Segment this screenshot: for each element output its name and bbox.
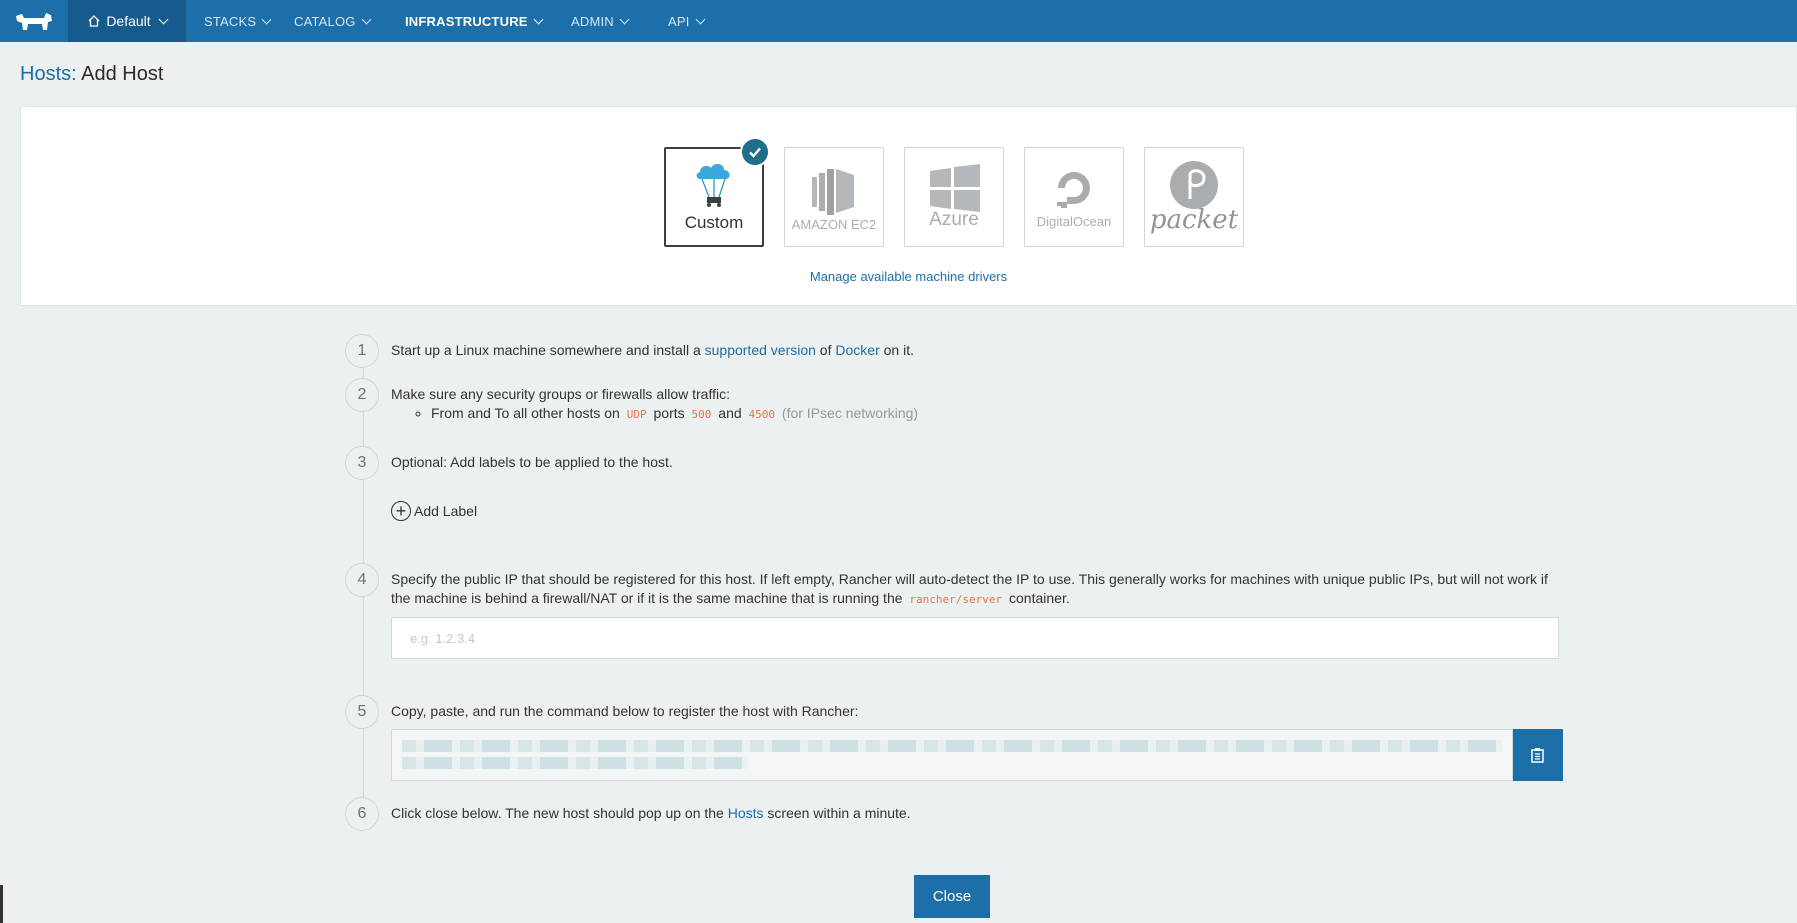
rule-text-and: and <box>714 405 746 421</box>
firewall-rules-list: From and To all other hosts on UDP ports… <box>431 404 918 424</box>
add-label-button[interactable]: + Add Label <box>391 501 477 521</box>
rule-text-pre: From and To all other hosts on <box>431 405 624 421</box>
close-button[interactable]: Close <box>914 875 990 918</box>
checkmark-icon <box>740 137 770 167</box>
rancher-logo[interactable] <box>0 0 68 42</box>
environment-label: Default <box>106 13 151 29</box>
step-3-text: Optional: Add labels to be applied to th… <box>391 454 673 470</box>
driver-azure[interactable]: Azure <box>904 147 1004 247</box>
blurred-command-line <box>402 757 747 769</box>
driver-amazon-ec2-label: AMAZON EC2 <box>791 216 877 232</box>
nav-stacks-label: STACKS <box>204 13 257 29</box>
driver-list: Custom AMAZON EC2 Azure DigitalOcean pac… <box>664 137 1244 247</box>
step-number: 4 <box>345 563 379 597</box>
nav-catalog-label: CATALOG <box>294 13 356 29</box>
nav-admin-label: ADMIN <box>571 13 614 29</box>
step-4-text-post: container. <box>1005 590 1070 606</box>
plus-circle-icon: + <box>391 501 411 521</box>
step-number: 2 <box>345 378 379 412</box>
driver-packet[interactable]: packet <box>1144 147 1244 247</box>
chevron-down-icon <box>361 14 372 24</box>
driver-custom-label: Custom <box>684 213 744 232</box>
registration-command-box[interactable] <box>391 729 1513 781</box>
nav-stacks[interactable]: STACKS <box>204 0 272 42</box>
step-number: 1 <box>345 334 379 368</box>
driver-packet-label: packet <box>1149 205 1239 235</box>
nav-api-label: API <box>668 13 690 29</box>
step-number: 3 <box>345 446 379 480</box>
nav-catalog[interactable]: CATALOG <box>294 0 372 42</box>
docker-link[interactable]: Docker <box>835 342 879 358</box>
amazon-ec2-icon <box>812 168 854 215</box>
driver-amazon-ec2[interactable]: AMAZON EC2 <box>784 147 884 247</box>
home-icon <box>88 15 100 27</box>
nav-api[interactable]: API <box>668 0 706 42</box>
environment-dropdown[interactable]: Default <box>68 0 186 42</box>
driver-panel: Custom AMAZON EC2 Azure DigitalOcean pac… <box>20 106 1797 306</box>
blurred-command-line <box>402 740 1502 752</box>
windows-icon <box>930 164 980 212</box>
page-title-text: Add Host <box>81 63 164 85</box>
driver-azure-label: Azure <box>929 209 979 230</box>
step-number: 5 <box>345 695 379 729</box>
port-code: 500 <box>691 408 712 421</box>
chevron-down-icon <box>695 14 706 24</box>
copy-command-button[interactable] <box>1513 729 1563 781</box>
window-edge <box>0 885 3 923</box>
step-6-text-post: screen within a minute. <box>763 805 911 821</box>
rule-text-ports: ports <box>649 405 689 421</box>
step-1-text: Start up a Linux machine somewhere and i… <box>391 341 914 360</box>
clipboard-icon <box>1531 748 1544 763</box>
nav-infrastructure[interactable]: INFRASTRUCTURE <box>405 0 544 42</box>
custom-parachute-icon <box>696 164 730 207</box>
chevron-down-icon <box>533 14 544 24</box>
port-code: 4500 <box>748 408 776 421</box>
public-ip-input[interactable] <box>391 617 1559 659</box>
hosts-link[interactable]: Hosts <box>728 805 764 821</box>
chevron-down-icon <box>158 14 169 24</box>
packet-icon <box>1170 161 1218 209</box>
breadcrumb[interactable]: Hosts: <box>20 63 77 85</box>
step-1-text-mid: of <box>815 342 836 358</box>
step-2-heading: Make sure any security groups or firewal… <box>391 386 730 402</box>
top-nav: Default STACKS CATALOG INFRASTRUCTURE AD… <box>0 0 1797 42</box>
rancher-server-code: rancher/server <box>909 593 1003 606</box>
supported-version-link[interactable]: supported version <box>705 342 816 358</box>
nav-admin[interactable]: ADMIN <box>571 0 630 42</box>
manage-drivers-link[interactable]: Manage available machine drivers <box>21 269 1796 284</box>
step-1-text-pre: Start up a Linux machine somewhere and i… <box>391 342 705 358</box>
digitalocean-icon <box>1057 171 1090 208</box>
step-6-text-pre: Click close below. The new host should p… <box>391 805 728 821</box>
driver-digitalocean[interactable]: DigitalOcean <box>1024 147 1124 247</box>
step-1-text-post: on it. <box>879 342 914 358</box>
step-2-text: Make sure any security groups or firewal… <box>391 385 918 424</box>
driver-digitalocean-label: DigitalOcean <box>1036 213 1112 229</box>
chevron-down-icon <box>261 14 272 24</box>
step-5-text: Copy, paste, and run the command below t… <box>391 703 859 719</box>
step-6-text: Click close below. The new host should p… <box>391 804 911 823</box>
page-title: Hosts: Add Host <box>20 63 163 86</box>
driver-custom[interactable]: Custom <box>664 137 770 247</box>
list-item: From and To all other hosts on UDP ports… <box>431 404 918 424</box>
step-4-text: Specify the public IP that should be reg… <box>391 570 1561 609</box>
rancher-logo-icon <box>16 13 52 30</box>
add-label-text: Add Label <box>414 503 478 519</box>
rule-note: (for IPsec networking) <box>778 405 919 421</box>
nav-infrastructure-label: INFRASTRUCTURE <box>405 13 528 29</box>
step-number: 6 <box>345 797 379 831</box>
protocol-code: UDP <box>626 408 647 421</box>
chevron-down-icon <box>619 14 630 24</box>
